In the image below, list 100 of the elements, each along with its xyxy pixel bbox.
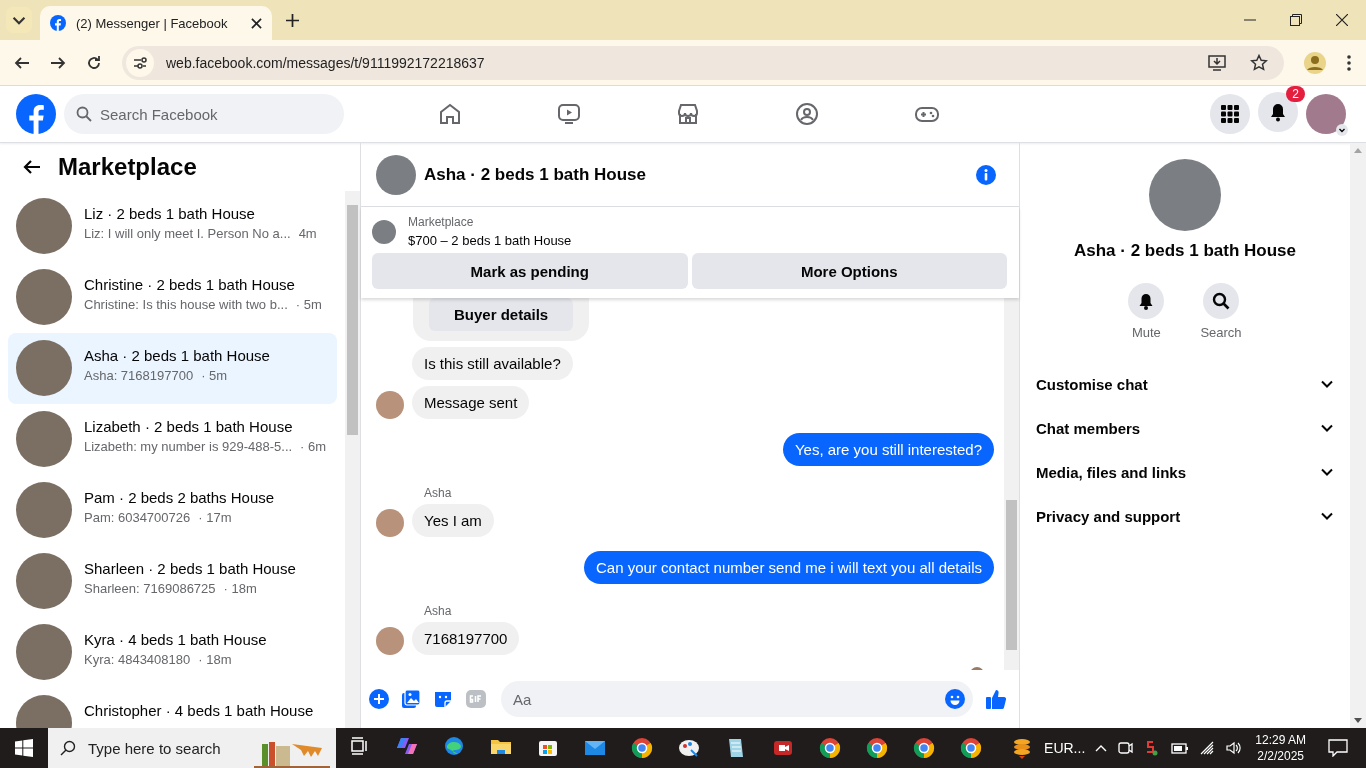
listing-photo (16, 411, 72, 467)
scrollbar[interactable] (1350, 143, 1366, 728)
message-bubble: Message sent (412, 386, 530, 419)
conversation-item[interactable]: Christine · 2 beds 1 bath House Christine: Is this house with two b... · 5m (8, 262, 337, 333)
listing-photo (16, 269, 72, 325)
back-icon[interactable] (14, 54, 30, 71)
action-button[interactable]: Mark as pending (372, 253, 688, 289)
message-time: · 17m (198, 510, 232, 525)
message-preview: Asha: 7168197700 (84, 368, 194, 383)
store-icon[interactable] (676, 102, 700, 126)
listing-title: $700 – 2 beds 1 bath House (408, 233, 572, 248)
menu-icon[interactable] (1210, 94, 1250, 134)
groups-icon[interactable] (795, 102, 819, 126)
battery-icon[interactable] (1169, 740, 1190, 756)
conversation-item[interactable]: Lizabeth · 2 beds 1 bath House Lizabeth: my number is 929-488-5... · 6m (8, 404, 337, 475)
sender-name: Asha (424, 486, 453, 500)
video-icon[interactable] (557, 102, 581, 126)
message-preview: Christine: Is this house with two b... (84, 297, 288, 312)
chrome-icon[interactable] (958, 736, 983, 760)
conversation-item[interactable]: Pam · 2 beds 2 baths House Pam: 6034700726 · 17m (8, 475, 337, 546)
caret-icon[interactable] (1336, 124, 1348, 136)
message-preview: Pam: 6034700726 (84, 510, 191, 525)
install-icon[interactable] (1208, 53, 1226, 72)
plus-icon[interactable] (369, 689, 389, 709)
message-time: · 18m (223, 581, 257, 596)
listing-photo (16, 482, 72, 538)
sticker-icon[interactable] (433, 689, 453, 709)
new-tab-icon[interactable] (286, 13, 299, 27)
conversation-item[interactable]: Liz · 2 beds 1 bath House Liz: I will only meet I. Person No a... 4m (8, 191, 337, 262)
taskbar-search-field[interactable]: Type here to search (48, 728, 336, 768)
listing-photo (372, 219, 396, 244)
chrome-icon[interactable] (817, 736, 842, 760)
site-settings-icon[interactable] (126, 48, 154, 77)
message-time: · 6m (300, 439, 327, 454)
search-field[interactable]: Search Facebook (64, 94, 344, 134)
forward-icon[interactable] (50, 54, 66, 71)
scrollbar[interactable] (1004, 298, 1019, 670)
message-bubble: Yes, are you still interested? (782, 433, 994, 466)
scroll-down-icon[interactable] (1354, 718, 1362, 724)
message-bubble: Is this still available? (412, 347, 573, 380)
windows-start-icon[interactable] (15, 739, 33, 757)
action-label: Search (1200, 325, 1242, 340)
message-preview: Lizabeth: my number is 929-488-5... (84, 439, 293, 454)
conversation-item[interactable]: Sharleen · 2 beds 1 bath House Sharleen: 7169086725 · 18m (8, 546, 337, 617)
sender-name: Asha (424, 604, 453, 618)
conversation-title: Christine · 2 beds 1 bath House (84, 276, 296, 293)
action-label: Mute (1131, 325, 1161, 340)
home-icon[interactable] (438, 102, 462, 126)
wifi-icon[interactable] (1199, 740, 1216, 756)
message-bubble: Can your contact number send me i will text you all details (584, 551, 994, 584)
message-preview: Liz: I will only meet I. Person No a... (84, 226, 291, 241)
tray-label: EUR... (1044, 740, 1086, 756)
info-icon[interactable] (975, 163, 997, 186)
clock-date: 2/2/2025 (1257, 749, 1304, 763)
address-field[interactable]: web.facebook.com/messages/t/9111992172218637 (122, 45, 1284, 80)
buyer-details-button[interactable]: Buyer details (429, 298, 574, 331)
restore-icon[interactable] (1290, 14, 1302, 26)
section-toggle[interactable]: Chat members (1036, 406, 1334, 450)
conversation-title: Sharleen · 2 beds 1 bath House (84, 560, 296, 577)
camera-icon[interactable] (1117, 740, 1134, 756)
action-button[interactable]: More Options (691, 253, 1007, 289)
conversation-title: Pam · 2 beds 2 baths House (84, 489, 275, 506)
chrome-icon[interactable] (911, 736, 936, 760)
scrollbar[interactable] (345, 191, 360, 728)
message-bubble: 7168197700 (412, 622, 520, 655)
message-time: · 5m (295, 297, 322, 312)
close-icon[interactable] (1336, 14, 1348, 26)
volume-icon[interactable] (1225, 740, 1244, 756)
listing-label: Marketplace (408, 215, 475, 229)
conversation-item[interactable]: Asha · 2 beds 1 bath House Asha: 7168197700 · 5m (8, 333, 337, 404)
listing-photo (376, 154, 416, 195)
more-icon[interactable] (1346, 53, 1352, 72)
notifications-icon[interactable] (1328, 739, 1348, 757)
reload-icon[interactable] (86, 54, 102, 71)
conversation-title: Kyra · 4 beds 1 bath House (84, 631, 267, 648)
section-toggle[interactable]: Customise chat (1036, 362, 1334, 406)
bell-icon[interactable] (1128, 283, 1165, 319)
message-field[interactable]: Aa (501, 681, 973, 717)
section-toggle[interactable]: Privacy and support (1036, 494, 1334, 538)
message-time: · 18m (198, 652, 232, 667)
conversation-item[interactable]: Kyra · 4 beds 1 bath House Kyra: 4843408180 · 18m (8, 617, 337, 688)
listing-photo (16, 553, 72, 609)
browser-tab[interactable]: (2) Messenger | Facebook (40, 6, 272, 40)
photo-icon[interactable] (401, 689, 421, 709)
chrome-icon[interactable] (629, 736, 654, 760)
star-icon[interactable] (1250, 53, 1268, 72)
chevron-up-icon[interactable] (1095, 744, 1108, 752)
message-preview: Kyra: 4843408180 (84, 652, 191, 667)
details-title: Asha · 2 beds 1 bath House (1074, 241, 1296, 261)
facebook-logo-icon[interactable] (16, 94, 56, 134)
chrome-icon[interactable] (864, 736, 889, 760)
clock-time: 12:29 AM (1255, 733, 1306, 747)
close-icon[interactable] (251, 17, 262, 29)
thumbs-up-icon[interactable] (985, 688, 1007, 710)
conversation-title: Liz · 2 beds 1 bath House (84, 205, 256, 222)
search-icon[interactable] (1203, 283, 1239, 319)
profile-icon[interactable] (1304, 51, 1326, 74)
emoji-icon[interactable] (945, 689, 965, 709)
section-toggle[interactable]: Media, files and links (1036, 450, 1334, 494)
profile-avatar[interactable] (1306, 94, 1346, 134)
